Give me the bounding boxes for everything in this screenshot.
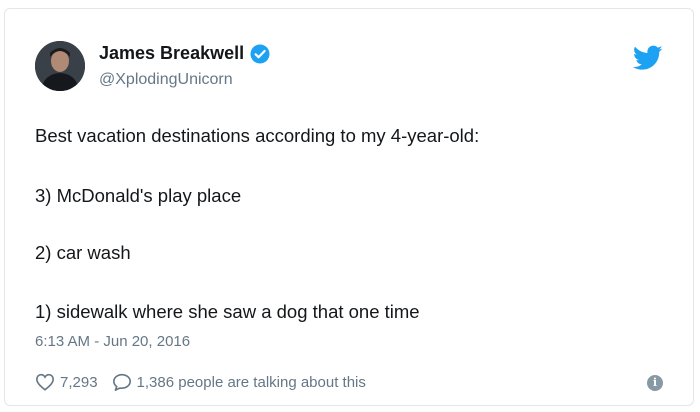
like-button[interactable]: 7,293 (35, 373, 98, 391)
avatar[interactable] (35, 41, 85, 91)
author-name[interactable]: James Breakwell (99, 43, 244, 64)
tweet-card: James Breakwell @XplodingUnicorn Best va… (4, 8, 694, 406)
author-handle[interactable]: @XplodingUnicorn (99, 71, 233, 89)
author-row: James Breakwell (99, 43, 270, 64)
verified-badge-icon (250, 44, 270, 64)
twitter-bird-icon[interactable] (632, 45, 663, 71)
heart-icon (35, 373, 55, 391)
info-icon[interactable]: i (647, 375, 663, 391)
tweet-timestamp[interactable]: 6:13 AM - Jun 20, 2016 (35, 333, 190, 350)
tweet-text-line: 1) sidewalk where she saw a dog that one… (35, 301, 420, 322)
reply-summary: 1,386 people are talking about this (136, 373, 366, 391)
tweet-text-line: 2) car wash (35, 242, 131, 263)
tweet-actions: 7,293 1,386 people are talking about thi… (35, 373, 366, 391)
tweet-text-line: Best vacation destinations according to … (35, 125, 480, 146)
speech-bubble-icon (112, 373, 132, 391)
tweet-text-line: 3) McDonald's play place (35, 185, 242, 206)
like-count: 7,293 (60, 373, 98, 391)
reply-button[interactable]: 1,386 people are talking about this (112, 373, 366, 391)
